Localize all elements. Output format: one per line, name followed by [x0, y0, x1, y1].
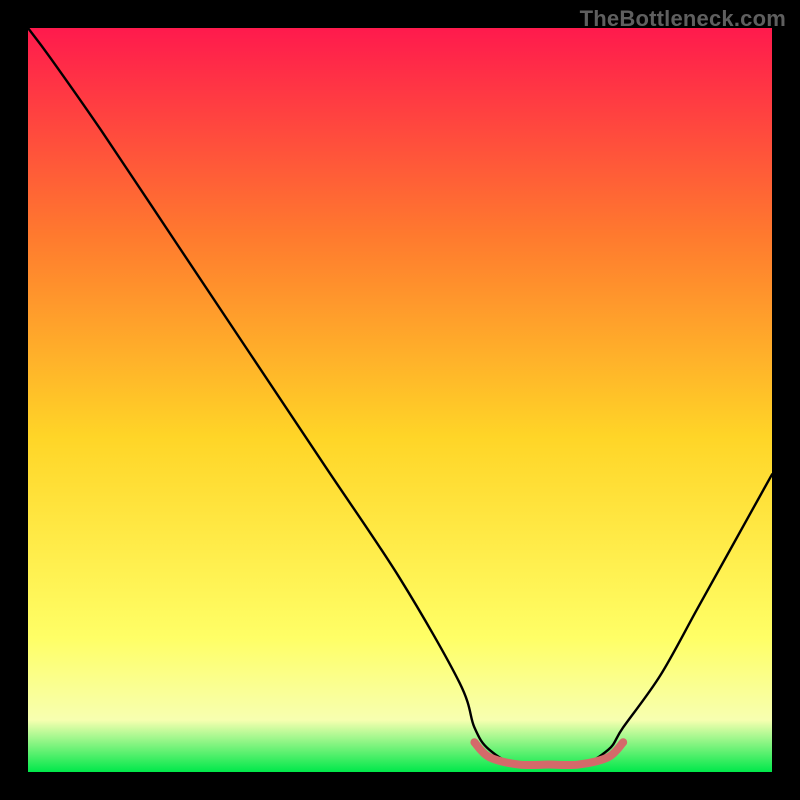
- watermark-text: TheBottleneck.com: [580, 6, 786, 32]
- plot-area: [28, 28, 772, 772]
- chart-svg: [28, 28, 772, 772]
- chart-stage: TheBottleneck.com: [0, 0, 800, 800]
- gradient-background: [28, 28, 772, 772]
